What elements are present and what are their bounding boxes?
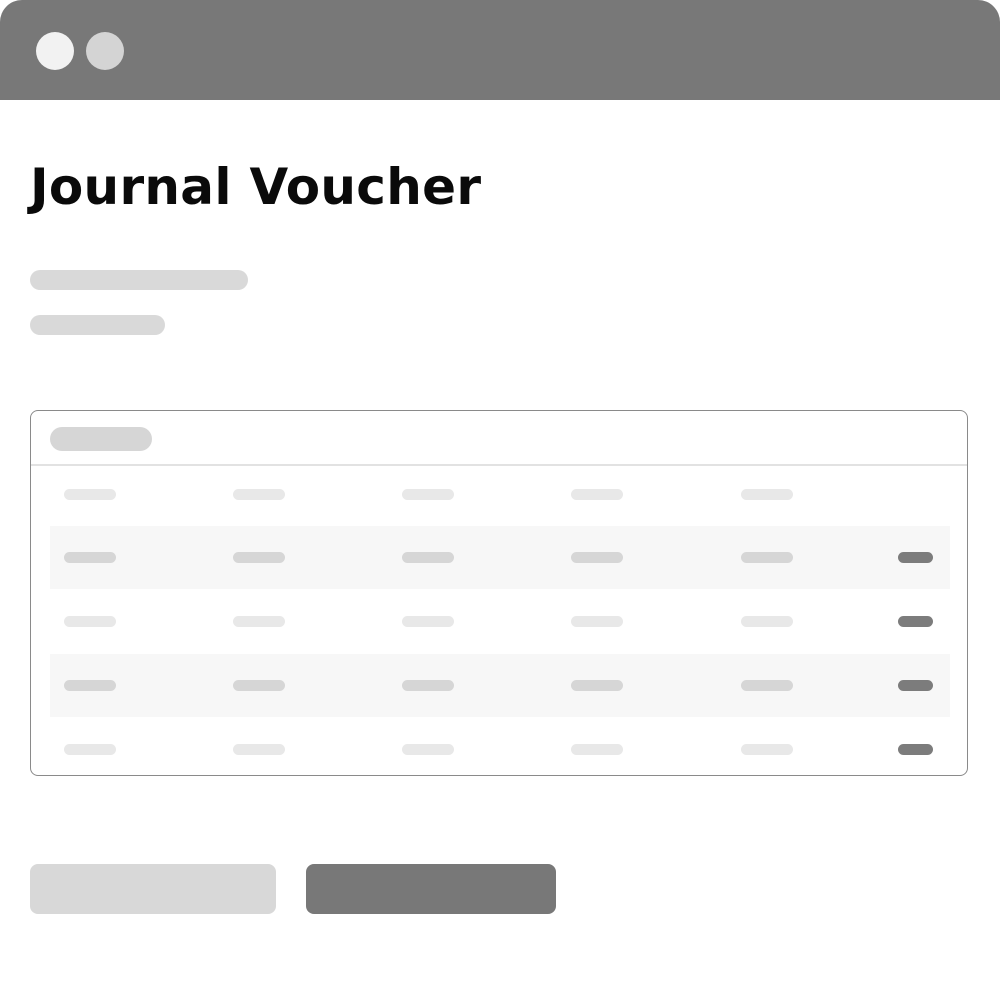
table-cell [402, 680, 454, 691]
table-header-placeholder [50, 427, 152, 451]
subtitle-placeholder [30, 270, 248, 290]
table-cell [741, 552, 793, 563]
table-cell [571, 489, 623, 500]
subtitle-secondary-placeholder [30, 315, 165, 335]
table-cell [741, 744, 793, 755]
table-cell [64, 616, 116, 627]
window-titlebar [0, 0, 1000, 100]
table-row [50, 590, 950, 653]
table-cell [233, 744, 285, 755]
table-cell [741, 616, 793, 627]
table-cell [571, 680, 623, 691]
table-cell [233, 616, 285, 627]
table-row [50, 463, 950, 526]
table-cell [233, 552, 285, 563]
voucher-table-card [30, 410, 968, 776]
table-cell [571, 744, 623, 755]
table-row [50, 718, 950, 775]
window-minimize-dot-icon[interactable] [86, 32, 124, 70]
table-cell [741, 489, 793, 500]
window-close-dot-icon[interactable] [36, 32, 74, 70]
row-action-button[interactable] [898, 680, 933, 691]
table-row [50, 654, 950, 717]
table-cell [402, 489, 454, 500]
row-action-button[interactable] [898, 616, 933, 627]
table-card-header [31, 411, 967, 466]
table-cell [233, 489, 285, 500]
table-cell [402, 616, 454, 627]
table-cell [571, 552, 623, 563]
row-action-button[interactable] [898, 744, 933, 755]
page-title: Journal Voucher [30, 158, 482, 216]
primary-button[interactable] [306, 864, 556, 914]
table-cell [571, 616, 623, 627]
table-cell [64, 489, 116, 500]
table-cell [741, 680, 793, 691]
table-cell [402, 552, 454, 563]
table-cell [64, 552, 116, 563]
table-cell [233, 680, 285, 691]
table-cell [402, 744, 454, 755]
secondary-button[interactable] [30, 864, 276, 914]
row-action-button[interactable] [898, 552, 933, 563]
table-cell [64, 680, 116, 691]
table-cell [64, 744, 116, 755]
table-row [50, 526, 950, 589]
